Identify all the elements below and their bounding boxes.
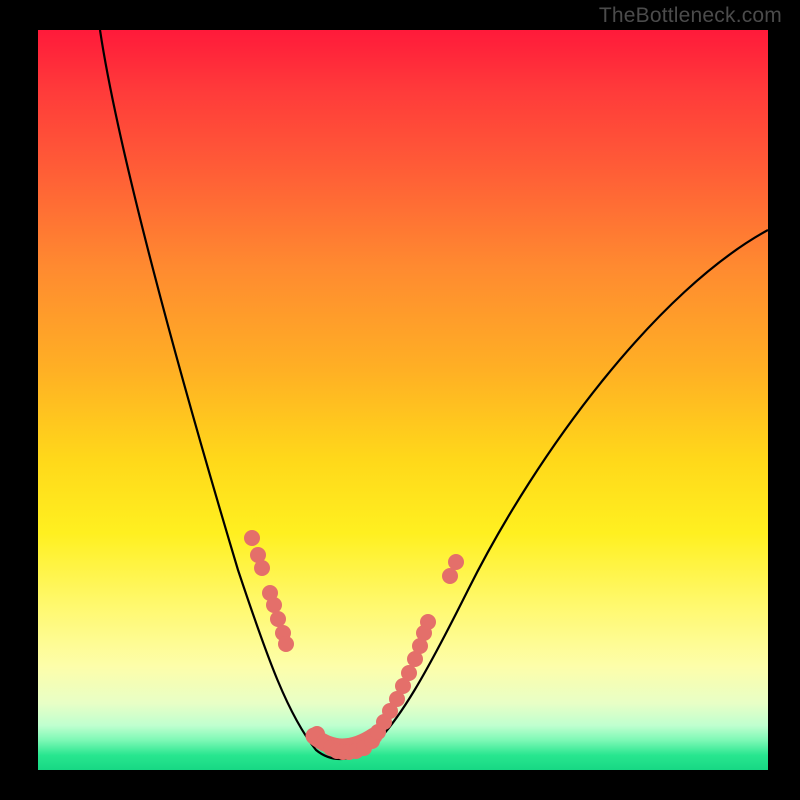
data-point xyxy=(448,554,464,570)
data-point xyxy=(278,636,294,652)
bottleneck-curve xyxy=(100,30,768,759)
watermark-text: TheBottleneck.com xyxy=(599,4,782,28)
data-point xyxy=(401,665,417,681)
data-point xyxy=(266,597,282,613)
data-point xyxy=(270,611,286,627)
marker-group xyxy=(244,530,464,760)
data-point xyxy=(254,560,270,576)
chart-svg xyxy=(38,30,768,770)
plot-area xyxy=(38,30,768,770)
data-point xyxy=(442,568,458,584)
data-point xyxy=(244,530,260,546)
data-point xyxy=(420,614,436,630)
chart-frame: TheBottleneck.com xyxy=(0,0,800,800)
